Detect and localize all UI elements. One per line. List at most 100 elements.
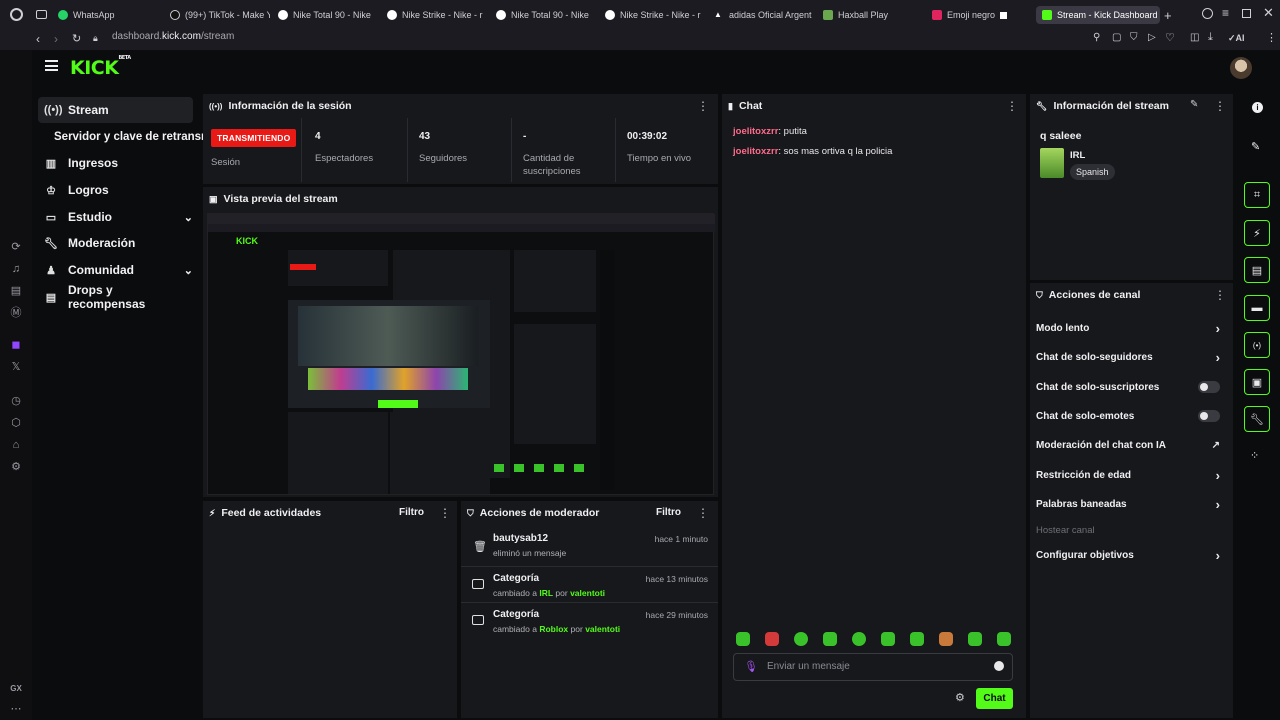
action-followers-only[interactable]: Chat de solo-seguidores › xyxy=(1036,347,1226,367)
tab-nike-3[interactable]: Nike Total 90 - Nike xyxy=(496,6,596,24)
chat-input-placeholder: Enviar un mensaje xyxy=(767,661,850,672)
emote-icon[interactable] xyxy=(823,632,837,646)
tab-nike-4[interactable]: Nike Strike - Nike - r xyxy=(605,6,705,24)
discord-icon[interactable]: ▤ xyxy=(9,284,23,298)
more-options-icon[interactable]: ⋮ xyxy=(1214,289,1226,301)
url-field[interactable]: dashboard.kick.com/stream xyxy=(112,31,234,42)
chat-settings-icon[interactable]: ⚙ xyxy=(955,691,965,704)
tab-whatsapp[interactable]: WhatsApp xyxy=(58,6,166,24)
wrench-icon: 🔧︎ xyxy=(1036,100,1048,111)
x-icon[interactable]: 𝕏 xyxy=(9,360,23,374)
sidebar-item-comunidad[interactable]: ♟ Comunidad ⌄ xyxy=(38,257,193,283)
emote-icon[interactable] xyxy=(881,632,895,646)
forward-icon[interactable]: › xyxy=(54,32,58,46)
emote-icon[interactable] xyxy=(910,632,924,646)
extensions-icon[interactable]: ⌂ xyxy=(9,438,23,452)
sidebar-item-stream[interactable]: ((•)) Stream xyxy=(38,97,193,123)
more-options-icon[interactable]: ⋮ xyxy=(1006,100,1018,112)
messenger-icon[interactable]: Ⓜ xyxy=(9,306,23,320)
action-ai-moderation[interactable]: Moderación del chat con IA ↗ xyxy=(1036,435,1226,455)
tab-haxball[interactable]: Haxball Play xyxy=(823,6,923,24)
tab-emoji[interactable]: Emoji negro xyxy=(932,6,1032,24)
twitch-icon[interactable]: ◼ xyxy=(9,338,23,352)
play-icon[interactable]: ▷ xyxy=(1148,32,1156,43)
rail-bolt-button[interactable]: ⚡︎ xyxy=(1244,220,1270,246)
more-icon[interactable]: ⋯ xyxy=(9,702,23,716)
emote-icon[interactable] xyxy=(852,632,866,646)
history-icon[interactable]: ◷ xyxy=(9,394,23,408)
emote-icon[interactable] xyxy=(736,632,750,646)
subscribers-only-toggle[interactable] xyxy=(1198,381,1220,393)
edit-icon[interactable]: ✎ xyxy=(1190,99,1198,110)
sidebar-item-server-key[interactable]: Servidor y clave de retransmisión xyxy=(48,124,203,150)
workspace-icon[interactable] xyxy=(36,10,47,19)
heart-icon[interactable]: ♡ xyxy=(1165,31,1175,44)
back-icon[interactable]: ‹ xyxy=(36,32,40,46)
camera-icon[interactable]: ▢ xyxy=(1112,32,1121,43)
reload-icon[interactable]: ↻ xyxy=(72,32,81,45)
tab-kick-dashboard[interactable]: Stream - Kick Dashboard xyxy=(1036,6,1160,24)
sidebar-item-drops[interactable]: ▤ Drops y recompensas xyxy=(38,283,193,311)
add-widget-icon[interactable]: ⁘ xyxy=(1250,449,1259,462)
info-icon[interactable]: i xyxy=(1252,102,1263,113)
tab-nike-1[interactable]: Nike Total 90 - Nike xyxy=(278,6,378,24)
more-options-icon[interactable]: ⋮ xyxy=(697,507,709,519)
emote-icon[interactable] xyxy=(765,632,779,646)
filter-button[interactable]: Filtro xyxy=(656,507,681,518)
avatar[interactable] xyxy=(1230,57,1252,79)
chat-username[interactable]: joelitoxzrr xyxy=(733,146,778,157)
search-icon[interactable] xyxy=(1202,8,1213,19)
shield-icon[interactable]: ⛉ xyxy=(1130,32,1138,43)
rail-chat-button[interactable]: ▬ xyxy=(1244,295,1270,321)
action-banned-words[interactable]: Palabras baneadas › xyxy=(1036,494,1226,514)
action-modo-lento[interactable]: Modo lento › xyxy=(1036,318,1226,338)
box-icon[interactable]: ◫ xyxy=(1190,32,1199,43)
action-age-restriction[interactable]: Restricción de edad › xyxy=(1036,465,1226,485)
pin-icon[interactable]: ⚲ xyxy=(1093,32,1100,43)
sidebar-item-ingresos[interactable]: ▥ Ingresos xyxy=(38,150,193,176)
tab-adidas[interactable]: ▲ adidas Oficial Argent xyxy=(714,6,814,24)
emotes-only-toggle[interactable] xyxy=(1198,410,1220,422)
microphone-icon[interactable]: 🎙︎ xyxy=(744,660,758,673)
settings-icon[interactable]: ⚙ xyxy=(9,460,23,474)
hamburger-menu-icon[interactable] xyxy=(45,60,58,71)
chat-username[interactable]: joelitoxzrr xyxy=(733,126,778,137)
rail-layout-button[interactable]: ▣ xyxy=(1244,369,1270,395)
flow-icon[interactable]: ⟳ xyxy=(9,240,23,254)
new-tab-icon[interactable]: + xyxy=(1164,8,1172,23)
emote-icon[interactable] xyxy=(968,632,982,646)
rail-focus-button[interactable]: ⌗ xyxy=(1244,182,1270,208)
sidebar-item-logros[interactable]: ♔ Logros xyxy=(38,177,193,203)
more-options-icon[interactable]: ⋮ xyxy=(1214,100,1226,112)
ai-button[interactable]: ✓AI xyxy=(1228,33,1245,44)
sidebar-item-estudio[interactable]: ▭ Estudio ⌄ xyxy=(38,204,193,230)
stream-preview-video[interactable]: KICK xyxy=(207,213,715,495)
category-name[interactable]: IRL xyxy=(1070,150,1085,161)
more-icon[interactable]: ⋮ xyxy=(1266,31,1277,44)
emote-icon[interactable] xyxy=(997,632,1011,646)
action-configure-goals[interactable]: Configurar objetivos › xyxy=(1036,545,1226,565)
edit-layout-icon[interactable]: ✎ xyxy=(1251,140,1260,153)
more-options-icon[interactable]: ⋮ xyxy=(697,100,709,112)
filter-button[interactable]: Filtro xyxy=(399,507,424,518)
sidebar-item-moderacion[interactable]: 🔧︎ Moderación xyxy=(38,230,193,256)
emote-icon[interactable] xyxy=(939,632,953,646)
close-window-icon[interactable]: ✕ xyxy=(1263,5,1274,21)
cube-icon[interactable]: ⬡ xyxy=(9,416,23,430)
rail-broadcast-button[interactable]: (•) xyxy=(1244,332,1270,358)
tab-tiktok[interactable]: (99+) TikTok - Make Y xyxy=(170,6,270,24)
tab-nike-2[interactable]: Nike Strike - Nike - r xyxy=(387,6,487,24)
opera-gx-icon[interactable] xyxy=(10,8,23,21)
player-icon[interactable]: ♫ xyxy=(9,262,23,276)
emoji-picker-icon[interactable] xyxy=(994,661,1004,671)
restore-icon[interactable] xyxy=(1242,9,1251,18)
more-options-icon[interactable]: ⋮ xyxy=(439,507,451,519)
emote-icon[interactable] xyxy=(794,632,808,646)
send-chat-button[interactable]: Chat xyxy=(976,688,1013,709)
chat-input[interactable]: 🎙︎ Enviar un mensaje xyxy=(733,653,1013,681)
download-icon[interactable]: ⤓ xyxy=(1208,31,1213,44)
menu-icon[interactable]: ≡ xyxy=(1222,6,1229,20)
rail-notes-button[interactable]: ▤ xyxy=(1244,257,1270,283)
kick-logo[interactable]: KICKBETA xyxy=(70,55,131,79)
rail-wrench-button[interactable]: 🔧︎ xyxy=(1244,406,1270,432)
